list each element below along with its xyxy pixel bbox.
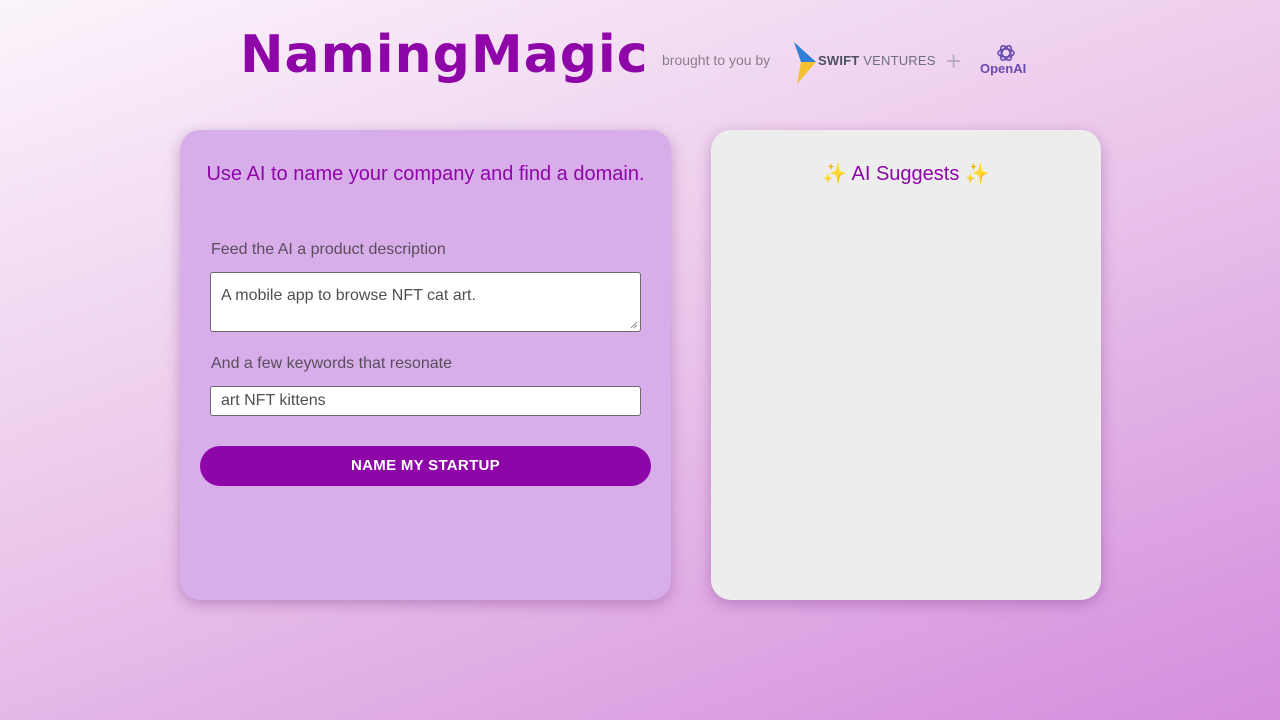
- description-label: Feed the AI a product description: [211, 241, 446, 258]
- brought-by-text: brought to you by: [662, 52, 771, 68]
- sparkle-icon-right: ✨: [964, 163, 990, 185]
- keywords-value: art NFT kittens: [221, 392, 326, 409]
- openai-wordmark: OpenAI: [980, 61, 1027, 76]
- description-value: A mobile app to browse NFT cat art.: [221, 287, 476, 304]
- openai-knot-icon: [997, 44, 1015, 62]
- swift-ventures-logo[interactable]: SWIFT VENTURES: [792, 40, 937, 86]
- resize-handle-icon[interactable]: [630, 321, 638, 329]
- name-my-startup-button[interactable]: NAME MY STARTUP: [200, 446, 651, 486]
- suggestions-title-text: AI Suggests: [851, 163, 960, 185]
- suggestions-panel: ✨ AI Suggests ✨: [711, 130, 1101, 600]
- app-logo-title[interactable]: NamingMagic: [240, 20, 649, 90]
- sparkle-icon-left: ✨: [822, 163, 848, 185]
- keywords-label: And a few keywords that resonate: [211, 355, 453, 372]
- openai-logo[interactable]: OpenAI: [978, 42, 1036, 82]
- header: NamingMagic brought to you by SWIFT VENT…: [0, 0, 1280, 110]
- keywords-input[interactable]: art NFT kittens: [210, 386, 641, 416]
- swift-ventures-wordmark: SWIFT VENTURES: [818, 53, 936, 68]
- description-textarea[interactable]: A mobile app to browse NFT cat art.: [210, 272, 641, 332]
- plus-separator: +: [946, 46, 962, 76]
- swift-arrow-icon: [794, 42, 816, 84]
- tagline-heading: Use AI to name your company and find a d…: [206, 163, 645, 185]
- input-panel: Use AI to name your company and find a d…: [180, 130, 671, 600]
- suggestions-heading: ✨ AI Suggests ✨: [711, 162, 1101, 186]
